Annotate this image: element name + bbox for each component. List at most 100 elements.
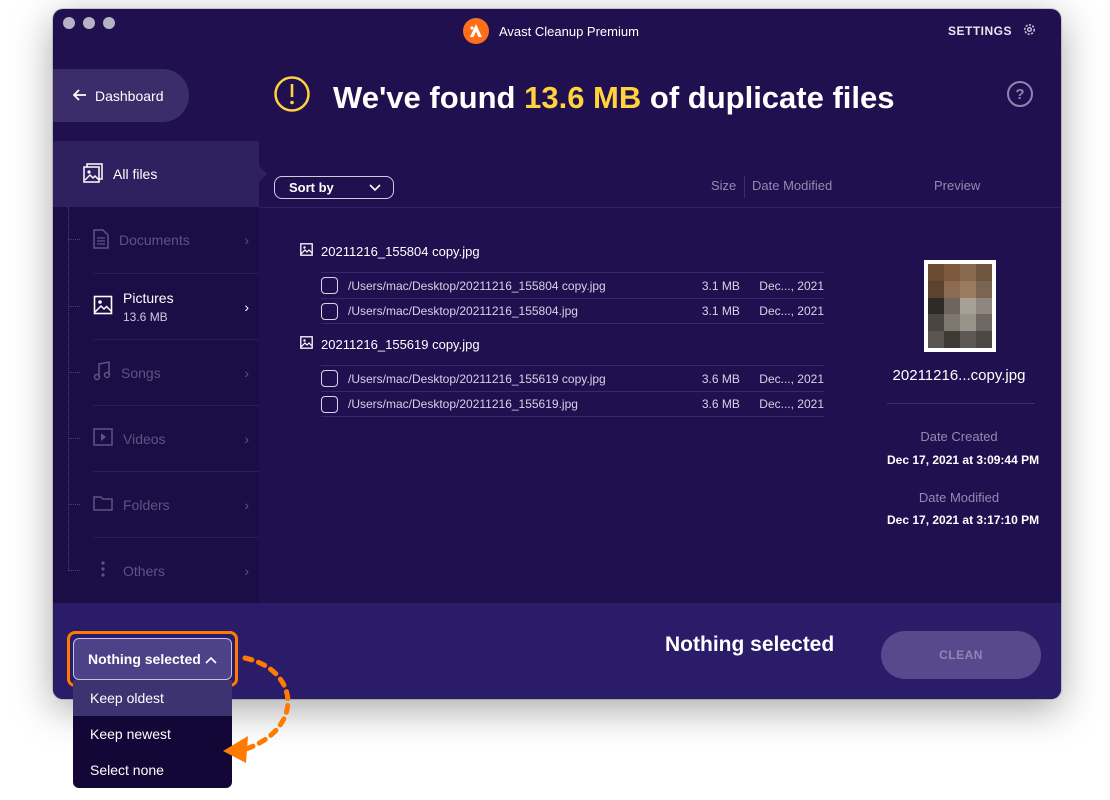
annotation-arrow-icon bbox=[223, 655, 291, 763]
table-row[interactable]: /Users/mac/Desktop/20211216_155804.jpg 3… bbox=[321, 298, 824, 324]
date-created-value: Dec 17, 2021 at 3:09:44 PM bbox=[887, 453, 1040, 467]
chevron-right-icon: › bbox=[244, 562, 249, 579]
file-date: Dec..., 2021 bbox=[759, 397, 824, 411]
column-header-size[interactable]: Size bbox=[711, 178, 736, 193]
sidebar-item-all-files[interactable]: All files bbox=[53, 141, 267, 207]
sort-by-dropdown[interactable]: Sort by bbox=[274, 176, 394, 199]
preview-thumbnail bbox=[924, 260, 996, 352]
file-date: Dec..., 2021 bbox=[759, 371, 824, 386]
duplicate-group-title: 20211216_155804 copy.jpg bbox=[300, 243, 480, 259]
file-size: 3.1 MB bbox=[701, 304, 740, 318]
sidebar-label-songs: Songs bbox=[121, 364, 161, 381]
folder-icon bbox=[93, 494, 113, 515]
sidebar-label-folders: Folders bbox=[123, 496, 170, 513]
file-checkbox[interactable] bbox=[321, 395, 338, 413]
dashboard-button[interactable]: Dashboard bbox=[53, 69, 189, 122]
sort-by-label: Sort by bbox=[289, 180, 334, 195]
image-file-icon bbox=[300, 336, 313, 352]
file-path: /Users/mac/Desktop/20211216_155619.jpg bbox=[348, 397, 578, 411]
minimize-window-button[interactable] bbox=[83, 17, 95, 29]
table-row[interactable]: /Users/mac/Desktop/20211216_155619.jpg 3… bbox=[321, 391, 824, 417]
zoom-window-button[interactable] bbox=[103, 17, 115, 29]
image-file-icon bbox=[300, 243, 313, 259]
file-checkbox[interactable] bbox=[321, 302, 338, 320]
picture-icon bbox=[93, 295, 113, 318]
sidebar-label-videos: Videos bbox=[123, 430, 166, 447]
document-icon bbox=[93, 228, 109, 252]
help-button[interactable]: ? bbox=[1007, 81, 1033, 107]
sidebar-item-folders[interactable]: Folders › bbox=[68, 471, 259, 537]
date-modified-value: Dec 17, 2021 at 3:17:10 PM bbox=[887, 513, 1040, 527]
duplicate-group-title: 20211216_155619 copy.jpg bbox=[300, 336, 480, 352]
selection-dropdown-button[interactable]: Nothing selected bbox=[73, 638, 232, 680]
sidebar-item-documents[interactable]: Documents › bbox=[68, 207, 259, 273]
header: Dashboard We've found 13.6 MB of duplica… bbox=[53, 53, 1061, 141]
arrow-left-icon bbox=[72, 88, 87, 104]
date-modified-label: Date Modified bbox=[918, 490, 1000, 505]
selection-dropdown-label: Nothing selected bbox=[88, 651, 201, 667]
menu-item-select-none[interactable]: Select none bbox=[73, 752, 232, 788]
sidebar-label-all-files: All files bbox=[113, 166, 158, 182]
chevron-right-icon: › bbox=[244, 496, 249, 513]
question-icon: ? bbox=[1015, 85, 1025, 103]
more-vertical-icon bbox=[93, 560, 113, 581]
menu-item-keep-newest[interactable]: Keep newest bbox=[73, 716, 232, 752]
chevron-down-icon bbox=[369, 180, 381, 195]
table-row[interactable]: /Users/mac/Desktop/20211216_155804 copy.… bbox=[321, 272, 824, 298]
page-title: We've found 13.6 MB of duplicate files bbox=[273, 75, 895, 121]
column-header-preview: Preview bbox=[934, 178, 981, 193]
app-title: Avast Cleanup Premium bbox=[463, 18, 639, 44]
file-checkbox[interactable] bbox=[321, 277, 338, 294]
file-date: Dec..., 2021 bbox=[759, 278, 824, 293]
selection-dropdown-menu: Keep oldest Keep newest Select none bbox=[73, 680, 232, 788]
sidebar-item-pictures[interactable]: Pictures 13.6 MB › bbox=[68, 273, 259, 339]
file-date: Dec..., 2021 bbox=[759, 304, 824, 318]
app-title-text: Avast Cleanup Premium bbox=[499, 23, 639, 39]
group-name: 20211216_155804 copy.jpg bbox=[321, 243, 480, 259]
chevron-right-icon: › bbox=[244, 430, 249, 447]
sidebar-item-others[interactable]: Others › bbox=[68, 537, 259, 603]
sidebar-item-videos[interactable]: Videos › bbox=[68, 405, 259, 471]
file-size: 3.6 MB bbox=[701, 397, 740, 411]
chevron-right-icon: › bbox=[244, 364, 249, 381]
close-window-button[interactable] bbox=[63, 17, 75, 29]
settings-label: SETTINGS bbox=[947, 24, 1012, 38]
music-note-icon bbox=[93, 361, 111, 384]
pixelated-image bbox=[928, 264, 992, 348]
app-window: Avast Cleanup Premium SETTINGS Dashboard… bbox=[53, 9, 1061, 699]
sidebar-label-pictures: Pictures bbox=[123, 289, 174, 306]
headline-size: 13.6 MB bbox=[524, 80, 642, 115]
warning-icon bbox=[273, 75, 311, 121]
images-icon bbox=[83, 162, 103, 186]
date-created-label: Date Created bbox=[920, 429, 998, 444]
file-path: /Users/mac/Desktop/20211216_155804 copy.… bbox=[348, 278, 606, 293]
table-row[interactable]: /Users/mac/Desktop/20211216_155619 copy.… bbox=[321, 365, 824, 391]
file-path: /Users/mac/Desktop/20211216_155619 copy.… bbox=[348, 371, 606, 386]
title-bar: Avast Cleanup Premium SETTINGS bbox=[53, 9, 1061, 53]
column-header-date-modified[interactable]: Date Modified bbox=[752, 178, 832, 193]
group-name: 20211216_155619 copy.jpg bbox=[321, 336, 480, 352]
sidebar-item-songs[interactable]: Songs › bbox=[68, 339, 259, 405]
menu-item-keep-oldest[interactable]: Keep oldest bbox=[73, 680, 232, 716]
tree-line bbox=[68, 207, 69, 571]
file-checkbox[interactable] bbox=[321, 370, 338, 387]
chevron-right-icon: › bbox=[244, 298, 249, 315]
file-path: /Users/mac/Desktop/20211216_155804.jpg bbox=[348, 304, 578, 318]
settings-button[interactable]: SETTINGS bbox=[948, 22, 1037, 40]
sidebar: All files Documents › Pictures 13.6 MB › bbox=[53, 141, 267, 603]
clean-button[interactable]: CLEAN bbox=[881, 631, 1041, 679]
headline-suffix: of duplicate files bbox=[649, 80, 895, 115]
dashboard-label: Dashboard bbox=[95, 87, 164, 104]
video-icon bbox=[93, 428, 113, 449]
sidebar-label-documents: Documents bbox=[119, 232, 190, 248]
file-size: 3.1 MB bbox=[701, 278, 740, 293]
headline-prefix: We've found bbox=[333, 80, 516, 115]
avast-logo-icon bbox=[463, 18, 489, 44]
file-size: 3.6 MB bbox=[701, 371, 740, 386]
preview-filename: 20211216...copy.jpg bbox=[892, 367, 1026, 384]
sidebar-label-others: Others bbox=[123, 562, 166, 579]
chevron-right-icon: › bbox=[244, 232, 249, 248]
pictures-size: 13.6 MB bbox=[123, 309, 168, 324]
file-list-panel: Sort by Size Date Modified Preview 20211… bbox=[259, 141, 1061, 603]
gear-icon bbox=[1022, 22, 1037, 40]
